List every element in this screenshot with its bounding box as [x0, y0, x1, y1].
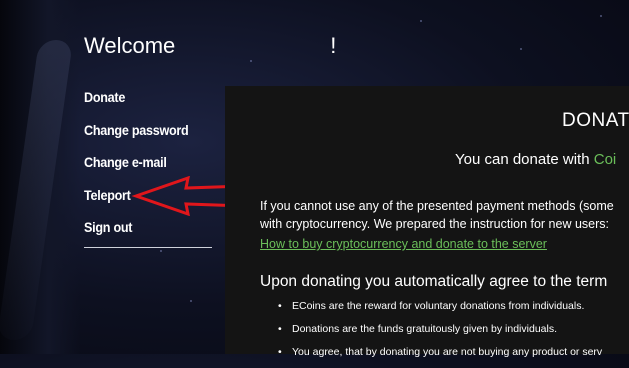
welcome-exclamation: !: [330, 33, 337, 58]
list-item: Donations are the funds gratuitously giv…: [278, 322, 602, 345]
info-paragraph: If you cannot use any of the presented p…: [260, 197, 629, 253]
terms-heading: Upon donating you automatically agree to…: [260, 273, 608, 290]
subtitle-prefix: You can donate with: [455, 151, 594, 168]
star-sparkle: [600, 15, 602, 17]
background-art: [0, 0, 80, 354]
list-item: You agree, that by donating you are not …: [278, 345, 602, 368]
info-line-1: If you cannot use any of the presented p…: [260, 199, 614, 213]
terms-list: ECoins are the reward for voluntary dona…: [278, 299, 602, 368]
how-to-buy-crypto-link[interactable]: How to buy cryptocurrency and donate to …: [260, 235, 629, 253]
menu-item-sign-out[interactable]: Sign out: [84, 218, 201, 251]
star-sparkle: [520, 48, 522, 50]
subtitle-accent: Coi: [593, 151, 617, 168]
info-line-2: with cryptocurrency. We prepared the ins…: [260, 217, 609, 231]
star-sparkle: [420, 20, 422, 22]
list-item: ECoins are the reward for voluntary dona…: [278, 299, 602, 322]
account-menu: Donate Change password Change e-mail Tel…: [84, 88, 214, 248]
star-sparkle: [190, 300, 192, 302]
star-sparkle: [250, 60, 252, 62]
menu-item-donate[interactable]: Donate: [84, 88, 201, 121]
panel-title: DONAT: [562, 110, 629, 131]
welcome-text: Welcome: [84, 33, 176, 58]
menu-item-change-password[interactable]: Change password: [84, 121, 201, 154]
decorative-streak: [0, 40, 74, 340]
welcome-heading: Welcome!: [84, 33, 336, 59]
panel-subtitle: You can donate with Coi: [455, 151, 616, 168]
